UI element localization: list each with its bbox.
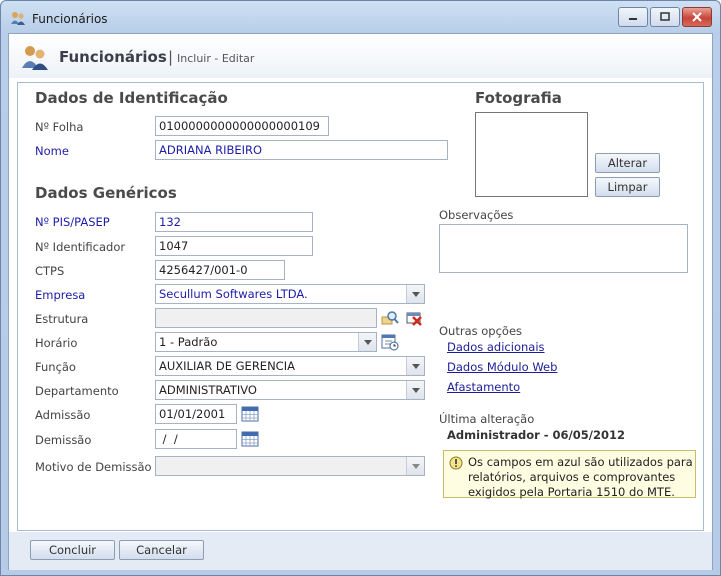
close-button[interactable] xyxy=(682,7,712,27)
calendar-icon[interactable] xyxy=(241,405,259,423)
calendar-icon[interactable] xyxy=(241,430,259,448)
funcao-value: AUXILIAR DE GERENCIA xyxy=(159,359,295,373)
info-text: Os campos em azul são utilizados para re… xyxy=(468,455,693,499)
ultima-alteracao-value: Administrador - 06/05/2012 xyxy=(447,428,625,442)
link-dados-adicionais[interactable]: Dados adicionais xyxy=(447,340,545,354)
section-identificacao: Dados de Identificação xyxy=(35,89,228,107)
ultima-alteracao-label: Última alteração xyxy=(439,412,535,426)
section-fotografia: Fotografia xyxy=(475,89,562,107)
empresa-dropdown-button[interactable] xyxy=(406,285,424,303)
form-panel: Dados de Identificação Nº Folha 01000000… xyxy=(17,82,704,531)
minimize-button[interactable] xyxy=(618,7,648,27)
folha-label: Nº Folha xyxy=(35,120,84,134)
users-icon xyxy=(22,46,48,70)
funcao-dropdown-button[interactable] xyxy=(406,357,424,375)
folha-input[interactable]: 0100000000000000000109 xyxy=(155,116,329,136)
departamento-label: Departamento xyxy=(35,384,119,398)
ctps-input[interactable]: 4256427/001-0 xyxy=(155,260,285,280)
identificador-input[interactable]: 1047 xyxy=(155,236,313,256)
page-subtitle: Incluir - Editar xyxy=(177,52,255,65)
demissao-label: Demissão xyxy=(35,433,92,447)
horario-value: 1 - Padrão xyxy=(159,335,218,349)
chevron-down-icon xyxy=(411,463,420,469)
schedule-icon[interactable] xyxy=(381,333,399,351)
departamento-dropdown-button[interactable] xyxy=(406,381,424,399)
maximize-icon xyxy=(660,12,670,21)
demissao-input[interactable]: / / xyxy=(155,429,237,449)
admissao-input[interactable]: 01/01/2001 xyxy=(155,404,237,424)
chevron-down-icon xyxy=(411,387,420,393)
concluir-button[interactable]: Concluir xyxy=(30,540,115,560)
funcao-select[interactable]: AUXILIAR DE GERENCIA xyxy=(155,356,425,376)
info-icon xyxy=(449,456,463,470)
horario-dropdown-button[interactable] xyxy=(358,333,376,351)
empresa-value: Secullum Softwares LTDA. xyxy=(159,287,308,301)
chevron-down-icon xyxy=(411,291,420,297)
pis-label: Nº PIS/PASEP xyxy=(35,215,110,229)
outras-opcoes-label: Outras opções xyxy=(439,324,523,338)
motivo-select[interactable] xyxy=(155,456,425,476)
empresa-select[interactable]: Secullum Softwares LTDA. xyxy=(155,284,425,304)
photo-box[interactable] xyxy=(475,112,588,197)
clear-structure-icon[interactable] xyxy=(405,309,423,327)
nome-label: Nome xyxy=(35,144,69,158)
cancelar-button[interactable]: Cancelar xyxy=(119,540,204,560)
page-title: Funcionários xyxy=(59,48,167,66)
horario-select[interactable]: 1 - Padrão xyxy=(155,332,377,352)
motivo-label: Motivo de Demissão xyxy=(35,460,152,474)
window-client: Funcionários | Incluir - Editar Dados de… xyxy=(8,33,713,570)
departamento-select[interactable]: ADMINISTRATIVO xyxy=(155,380,425,400)
horario-label: Horário xyxy=(35,336,78,350)
admissao-label: Admissão xyxy=(35,408,91,422)
close-icon xyxy=(692,12,702,22)
nome-input[interactable]: ADRIANA RIBEIRO xyxy=(155,140,448,160)
section-genericos: Dados Genéricos xyxy=(35,184,177,202)
motivo-dropdown-button[interactable] xyxy=(406,457,424,475)
search-structure-icon[interactable] xyxy=(381,309,399,327)
page-header: Funcionários | Incluir - Editar xyxy=(9,34,712,78)
window: Funcionários Funcionários | Incluir - Ed… xyxy=(0,0,721,576)
info-box: Os campos em azul são utilizados para re… xyxy=(443,450,696,499)
estrutura-input[interactable] xyxy=(155,308,377,328)
ctps-label: CTPS xyxy=(35,264,65,278)
link-dados-modulo-web[interactable]: Dados Módulo Web xyxy=(447,360,557,374)
pis-input[interactable]: 132 xyxy=(155,212,313,232)
maximize-button[interactable] xyxy=(650,7,680,27)
window-title: Funcionários xyxy=(32,12,108,26)
title-separator: | xyxy=(168,48,174,66)
identificador-label: Nº Identificador xyxy=(35,240,126,254)
estrutura-label: Estrutura xyxy=(35,312,89,326)
title-bar: Funcionários xyxy=(1,1,720,35)
observacoes-textarea[interactable] xyxy=(439,224,688,273)
funcao-label: Função xyxy=(35,360,76,374)
chevron-down-icon xyxy=(363,339,372,345)
users-icon xyxy=(11,12,25,25)
alterar-button[interactable]: Alterar xyxy=(595,153,660,173)
departamento-value: ADMINISTRATIVO xyxy=(159,383,257,397)
minimize-icon xyxy=(629,18,637,20)
limpar-button[interactable]: Limpar xyxy=(595,177,660,197)
footer-bar: Concluir Cancelar xyxy=(9,532,712,570)
link-afastamento[interactable]: Afastamento xyxy=(447,380,520,394)
observacoes-label: Observações xyxy=(439,208,514,222)
empresa-label: Empresa xyxy=(35,288,86,302)
chevron-down-icon xyxy=(411,363,420,369)
